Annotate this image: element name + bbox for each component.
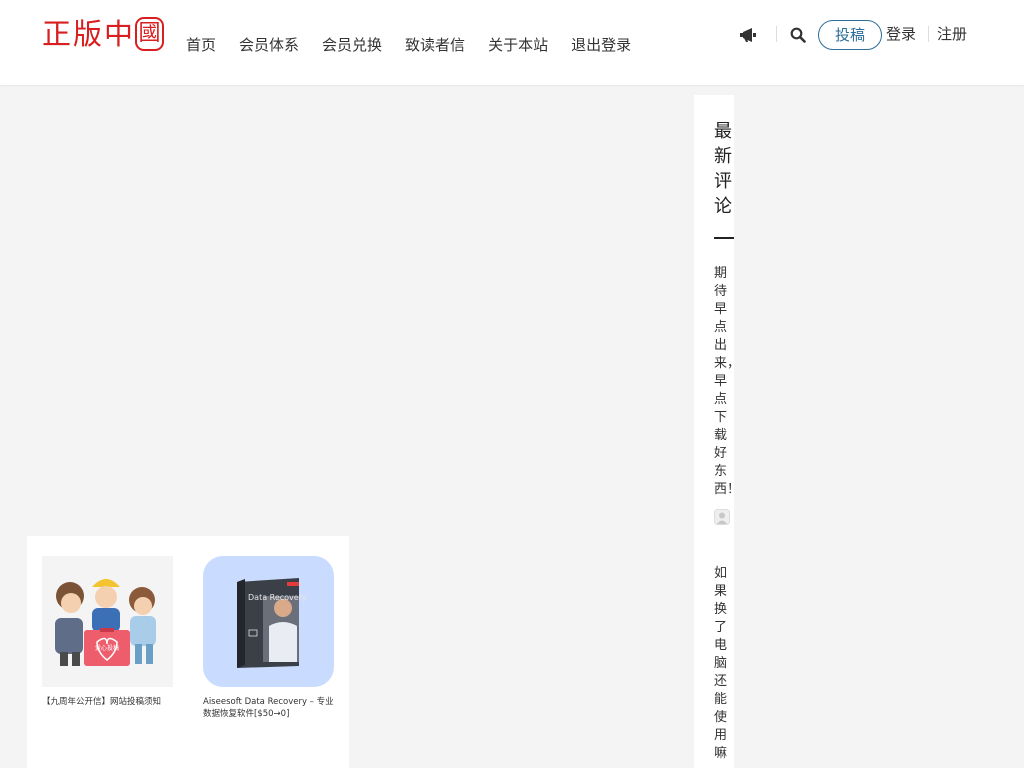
post-card[interactable]: Data Recovery Aiseesoft Data Recovery – … [203,556,334,720]
widget-title: 最新评论 [714,121,732,217]
post-card[interactable]: 爱心投稿 【九周年公开信】网站投稿须知 [42,556,173,708]
post-grid: 爱心投稿 【九周年公开信】网站投稿须知 Data Recovery Aisees… [27,536,349,768]
thumbnail-text: Data Recovery [248,593,307,602]
login-link[interactable]: 登录 [886,24,916,44]
logo-char: 版 [73,17,103,51]
auth-divider [928,26,929,42]
logo-char: 正 [42,17,72,51]
announcement-icon[interactable] [737,24,759,46]
post-thumbnail[interactable]: Data Recovery [203,556,334,687]
register-link[interactable]: 注册 [937,24,967,44]
search-icon[interactable] [787,24,809,46]
submit-post-button[interactable]: 投稿 [818,20,882,50]
nav-item-logout[interactable]: 退出登录 [571,34,631,56]
nav-item-letter-to-readers[interactable]: 致读者信 [405,34,465,56]
title-underline [714,237,734,239]
post-thumbnail[interactable]: 爱心投稿 [42,556,173,687]
site-logo[interactable]: 正 版 中 國 [42,16,164,52]
main-nav: 首页 会员体系 会员兑换 致读者信 关于本站 退出登录 [186,34,631,56]
nav-item-home[interactable]: 首页 [186,34,216,56]
site-header: 正 版 中 國 首页 会员体系 会员兑换 致读者信 关于本站 退出登录 投稿 登… [0,0,1024,85]
logo-char: 中 [104,17,134,51]
logo-char: 國 [135,17,164,51]
post-title[interactable]: 【九周年公开信】网站投稿须知 [42,696,173,708]
header-divider [776,26,777,42]
nav-item-membership[interactable]: 会员体系 [239,34,299,56]
nav-item-about[interactable]: 关于本站 [488,34,548,56]
comment-text[interactable]: 期待早点出来，早点下载好东西！ [714,265,734,499]
nav-item-member-exchange[interactable]: 会员兑换 [322,34,382,56]
thumbnail-text: 爱心投稿 [95,644,119,652]
avatar[interactable] [714,509,730,525]
comment-text[interactable]: 如果换了电脑还能使用嘛 [714,565,732,763]
latest-comments-widget: 最新评论 期待早点出来，早点下载好东西！ 如果换了电脑还能使用嘛 [694,95,734,768]
post-title[interactable]: Aiseesoft Data Recovery – 专业数据恢复软件[$50→0… [203,696,334,720]
